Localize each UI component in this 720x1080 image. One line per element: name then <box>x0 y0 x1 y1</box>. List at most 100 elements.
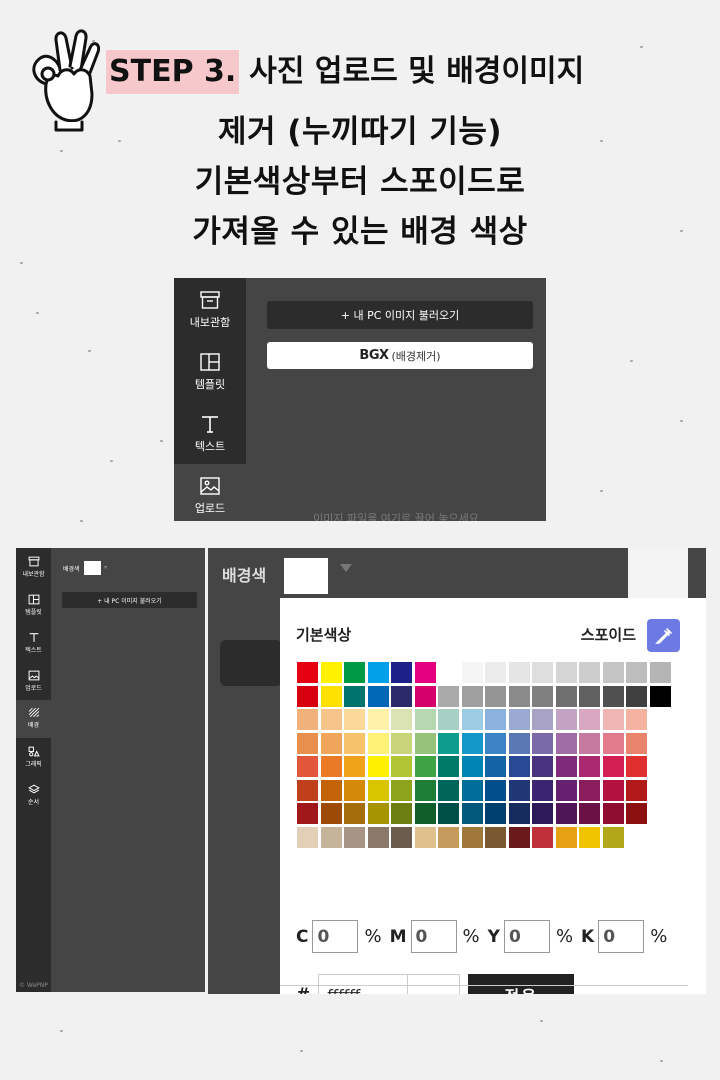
color-swatch[interactable] <box>344 779 365 801</box>
color-swatch[interactable] <box>626 685 647 707</box>
color-swatch[interactable] <box>461 662 483 683</box>
color-swatch[interactable] <box>555 826 577 848</box>
bg-color-swatch[interactable] <box>84 561 101 575</box>
color-swatch[interactable] <box>461 803 483 824</box>
cmyk-y-input[interactable]: 0 <box>503 920 550 953</box>
color-swatch[interactable] <box>367 779 389 801</box>
color-swatch[interactable] <box>579 803 600 824</box>
upload-from-pc-button[interactable]: + 내 PC 이미지 불러오기 <box>267 301 533 329</box>
color-swatch[interactable] <box>438 709 459 730</box>
color-swatch[interactable] <box>602 732 624 754</box>
color-swatch[interactable] <box>532 756 553 777</box>
color-swatch[interactable] <box>438 826 459 848</box>
color-swatch[interactable] <box>320 685 342 707</box>
sidebar-item-upload[interactable]: 업로드 <box>16 670 51 700</box>
color-swatch[interactable] <box>391 709 412 730</box>
color-swatch[interactable] <box>649 662 671 683</box>
color-swatch[interactable] <box>485 732 506 754</box>
color-swatch[interactable] <box>391 803 412 824</box>
color-swatch[interactable] <box>367 685 389 707</box>
color-swatch[interactable] <box>508 826 530 848</box>
color-swatch[interactable] <box>485 826 506 848</box>
color-swatch[interactable] <box>485 709 506 730</box>
color-swatch[interactable] <box>555 803 577 824</box>
color-swatch[interactable] <box>555 685 577 707</box>
color-swatch[interactable] <box>297 826 318 848</box>
color-swatch[interactable] <box>461 826 483 848</box>
color-swatch[interactable] <box>579 779 600 801</box>
color-swatch[interactable] <box>414 709 436 730</box>
sidebar-item-graphic[interactable]: 그래픽 <box>16 746 51 776</box>
color-swatch[interactable] <box>344 662 365 683</box>
color-swatch[interactable] <box>485 685 506 707</box>
color-swatch[interactable] <box>461 779 483 801</box>
color-swatch[interactable] <box>508 779 530 801</box>
color-swatch[interactable] <box>508 709 530 730</box>
color-swatch[interactable] <box>320 662 342 683</box>
color-swatch[interactable] <box>344 685 365 707</box>
color-swatch[interactable] <box>438 685 459 707</box>
color-swatch[interactable] <box>320 779 342 801</box>
sidebar-item-archive[interactable]: 내보관함 <box>16 556 51 586</box>
color-swatch[interactable] <box>485 756 506 777</box>
color-swatch[interactable] <box>508 803 530 824</box>
sidebar-item-text[interactable]: 텍스트 <box>174 414 246 464</box>
color-swatch[interactable] <box>414 826 436 848</box>
color-swatch[interactable] <box>626 709 647 730</box>
color-swatch[interactable] <box>297 756 318 777</box>
color-swatch[interactable] <box>532 662 553 683</box>
color-swatch[interactable] <box>602 709 624 730</box>
color-swatch[interactable] <box>297 685 318 707</box>
color-swatch[interactable] <box>579 732 600 754</box>
color-swatch[interactable] <box>367 803 389 824</box>
color-swatch[interactable] <box>485 662 506 683</box>
color-swatch[interactable] <box>367 826 389 848</box>
color-swatch[interactable] <box>602 756 624 777</box>
bg-color-swatch[interactable] <box>284 558 328 594</box>
color-swatch[interactable] <box>391 826 412 848</box>
color-swatch[interactable] <box>602 803 624 824</box>
color-swatch[interactable] <box>344 803 365 824</box>
color-swatch[interactable] <box>320 756 342 777</box>
color-swatch[interactable] <box>438 779 459 801</box>
color-swatch[interactable] <box>461 685 483 707</box>
color-swatch[interactable] <box>508 685 530 707</box>
sidebar-item-archive[interactable]: 내보관함 <box>174 290 246 340</box>
color-swatch[interactable] <box>367 732 389 754</box>
color-swatch[interactable] <box>320 732 342 754</box>
chevron-down-icon[interactable] <box>340 564 352 572</box>
color-swatch[interactable] <box>579 826 600 848</box>
color-swatch[interactable] <box>391 779 412 801</box>
color-swatch[interactable] <box>579 662 600 683</box>
color-swatch[interactable] <box>344 732 365 754</box>
color-swatch[interactable] <box>508 756 530 777</box>
color-swatch[interactable] <box>461 709 483 730</box>
sidebar-item-text[interactable]: 텍스트 <box>16 632 51 662</box>
apply-button[interactable]: 적용 <box>468 974 575 994</box>
color-swatch[interactable] <box>602 685 624 707</box>
color-swatch[interactable] <box>414 756 436 777</box>
color-swatch[interactable] <box>485 803 506 824</box>
color-swatch[interactable] <box>602 662 624 683</box>
color-swatch[interactable] <box>555 732 577 754</box>
color-swatch[interactable] <box>297 803 318 824</box>
color-swatch[interactable] <box>555 756 577 777</box>
color-swatch[interactable] <box>297 732 318 754</box>
color-swatch[interactable] <box>297 709 318 730</box>
color-swatch[interactable] <box>414 803 436 824</box>
color-swatch[interactable] <box>532 803 553 824</box>
color-swatch[interactable] <box>297 779 318 801</box>
eyedropper-button[interactable] <box>647 619 680 652</box>
color-swatch[interactable] <box>555 709 577 730</box>
color-swatch[interactable] <box>532 685 553 707</box>
color-swatch[interactable] <box>414 685 436 707</box>
color-swatch[interactable] <box>438 756 459 777</box>
remove-background-button[interactable]: BGX (배경제거) <box>267 342 533 369</box>
color-swatch[interactable] <box>532 779 553 801</box>
color-swatch[interactable] <box>508 732 530 754</box>
color-swatch[interactable] <box>320 709 342 730</box>
cmyk-m-input[interactable]: 0 <box>410 920 457 953</box>
color-swatch[interactable] <box>320 803 342 824</box>
cmyk-c-input[interactable]: 0 <box>312 920 359 953</box>
color-swatch[interactable] <box>461 732 483 754</box>
